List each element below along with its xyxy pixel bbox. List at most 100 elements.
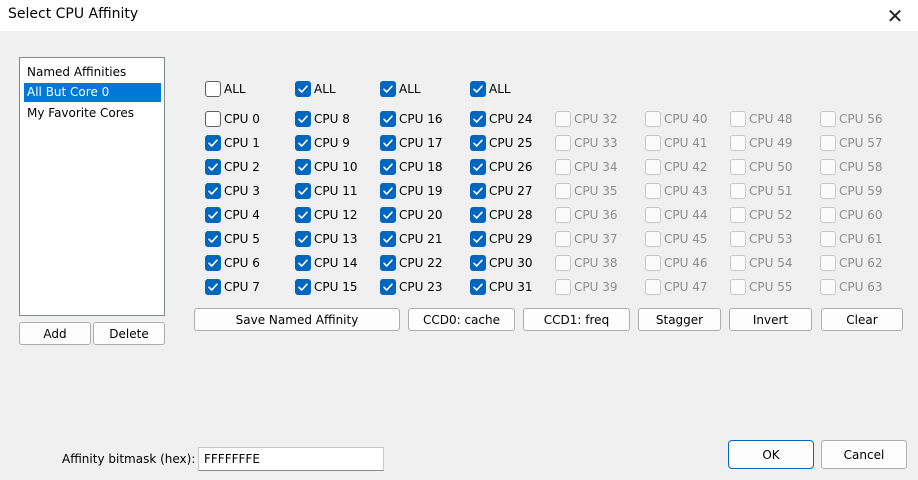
checkbox-box[interactable] [380,231,396,247]
cpu-checkbox-cpu-18[interactable]: CPU 18 [380,158,442,176]
list-item-my-favorite-cores[interactable]: My Favorite Cores [24,104,161,123]
checkbox-box[interactable] [205,111,221,127]
cancel-button[interactable]: Cancel [821,440,907,469]
checkbox-label: CPU 54 [749,256,793,270]
cpu-checkbox-cpu-0[interactable]: CPU 0 [205,110,260,128]
cpu-checkbox-cpu-26[interactable]: CPU 26 [470,158,532,176]
checkbox-box[interactable] [295,255,311,271]
checkbox-box[interactable] [470,207,486,223]
cpu-checkbox-cpu-24[interactable]: CPU 24 [470,110,532,128]
checkbox-box[interactable] [380,255,396,271]
cpu-checkbox-cpu-53: CPU 53 [730,230,792,248]
checkbox-box[interactable] [295,111,311,127]
cpu-checkbox-cpu-9[interactable]: CPU 9 [295,134,350,152]
all-checkbox-col-2[interactable]: ALL [380,80,421,98]
checkbox-box[interactable] [295,159,311,175]
cpu-checkbox-cpu-61: CPU 61 [820,230,882,248]
cpu-checkbox-cpu-11[interactable]: CPU 11 [295,182,357,200]
checkbox-box[interactable] [470,231,486,247]
checkbox-box[interactable] [205,159,221,175]
checkbox-box[interactable] [380,81,396,97]
checkbox-box[interactable] [295,279,311,295]
checkbox-box[interactable] [470,183,486,199]
all-checkbox-col-0[interactable]: ALL [205,80,246,98]
stagger-button[interactable]: Stagger [638,308,721,331]
cpu-checkbox-cpu-2[interactable]: CPU 2 [205,158,260,176]
named-affinities-list[interactable]: Named Affinities All But Core 0 My Favor… [19,57,165,316]
cpu-checkbox-cpu-10[interactable]: CPU 10 [295,158,357,176]
cpu-checkbox-cpu-3[interactable]: CPU 3 [205,182,260,200]
cpu-checkbox-cpu-5[interactable]: CPU 5 [205,230,260,248]
checkbox-box[interactable] [470,279,486,295]
cpu-checkbox-cpu-17[interactable]: CPU 17 [380,134,442,152]
cpu-checkbox-cpu-12[interactable]: CPU 12 [295,206,357,224]
cpu-checkbox-cpu-4[interactable]: CPU 4 [205,206,260,224]
checkbox-box[interactable] [205,135,221,151]
checkbox-box[interactable] [380,207,396,223]
cpu-checkbox-cpu-8[interactable]: CPU 8 [295,110,350,128]
cpu-checkbox-cpu-25[interactable]: CPU 25 [470,134,532,152]
delete-button[interactable]: Delete [93,322,165,345]
cpu-checkbox-cpu-19[interactable]: CPU 19 [380,182,442,200]
cpu-checkbox-cpu-15[interactable]: CPU 15 [295,278,357,296]
checkmark-icon [383,139,393,147]
checkbox-box[interactable] [380,183,396,199]
list-item-label: All But Core 0 [27,85,110,99]
cpu-checkbox-cpu-31[interactable]: CPU 31 [470,278,532,296]
checkbox-box[interactable] [470,81,486,97]
close-button[interactable]: ✕ [872,0,918,31]
cpu-checkbox-cpu-6[interactable]: CPU 6 [205,254,260,272]
checkbox-box[interactable] [205,231,221,247]
checkbox-box [555,135,571,151]
checkbox-label: CPU 0 [224,112,260,126]
checkbox-box[interactable] [205,207,221,223]
cpu-checkbox-cpu-27[interactable]: CPU 27 [470,182,532,200]
checkbox-box[interactable] [380,111,396,127]
cpu-checkbox-cpu-23[interactable]: CPU 23 [380,278,442,296]
cpu-checkbox-cpu-20[interactable]: CPU 20 [380,206,442,224]
cpu-checkbox-cpu-21[interactable]: CPU 21 [380,230,442,248]
checkbox-box[interactable] [205,279,221,295]
ccd0-cache-button[interactable]: CCD0: cache [408,308,515,331]
all-checkbox-col-3[interactable]: ALL [470,80,511,98]
cpu-checkbox-cpu-13[interactable]: CPU 13 [295,230,357,248]
cpu-checkbox-cpu-1[interactable]: CPU 1 [205,134,260,152]
checkbox-box[interactable] [380,159,396,175]
checkbox-box[interactable] [470,111,486,127]
checkbox-box[interactable] [380,135,396,151]
checkbox-box[interactable] [205,81,221,97]
bitmask-field[interactable] [198,447,384,471]
checkbox-box[interactable] [295,81,311,97]
checkbox-box[interactable] [205,255,221,271]
add-button[interactable]: Add [19,322,91,345]
checkmark-icon [298,85,308,93]
ccd1-freq-button[interactable]: CCD1: freq [523,308,630,331]
cpu-checkbox-cpu-45: CPU 45 [645,230,707,248]
cpu-checkbox-cpu-22[interactable]: CPU 22 [380,254,442,272]
checkbox-box[interactable] [295,207,311,223]
checkbox-box[interactable] [295,183,311,199]
checkbox-box[interactable] [380,279,396,295]
save-named-affinity-button[interactable]: Save Named Affinity [194,308,400,331]
cpu-checkbox-cpu-29[interactable]: CPU 29 [470,230,532,248]
invert-button[interactable]: Invert [729,308,812,331]
list-item-named-affinities[interactable]: Named Affinities [24,63,161,82]
ok-button[interactable]: OK [728,440,814,469]
cpu-checkbox-cpu-7[interactable]: CPU 7 [205,278,260,296]
all-checkbox-col-1[interactable]: ALL [295,80,336,98]
cpu-checkbox-cpu-14[interactable]: CPU 14 [295,254,357,272]
checkbox-box[interactable] [295,231,311,247]
clear-button[interactable]: Clear [821,308,903,331]
checkbox-box[interactable] [470,255,486,271]
checkbox-box[interactable] [470,159,486,175]
checkbox-box[interactable] [205,183,221,199]
cpu-checkbox-cpu-28[interactable]: CPU 28 [470,206,532,224]
cpu-checkbox-cpu-30[interactable]: CPU 30 [470,254,532,272]
checkbox-box[interactable] [295,135,311,151]
invert-label: Invert [752,312,789,327]
cpu-checkbox-cpu-43: CPU 43 [645,182,707,200]
checkbox-box[interactable] [470,135,486,151]
cpu-checkbox-cpu-44: CPU 44 [645,206,707,224]
cpu-checkbox-cpu-16[interactable]: CPU 16 [380,110,442,128]
list-item-all-but-core-0[interactable]: All But Core 0 [24,83,161,102]
